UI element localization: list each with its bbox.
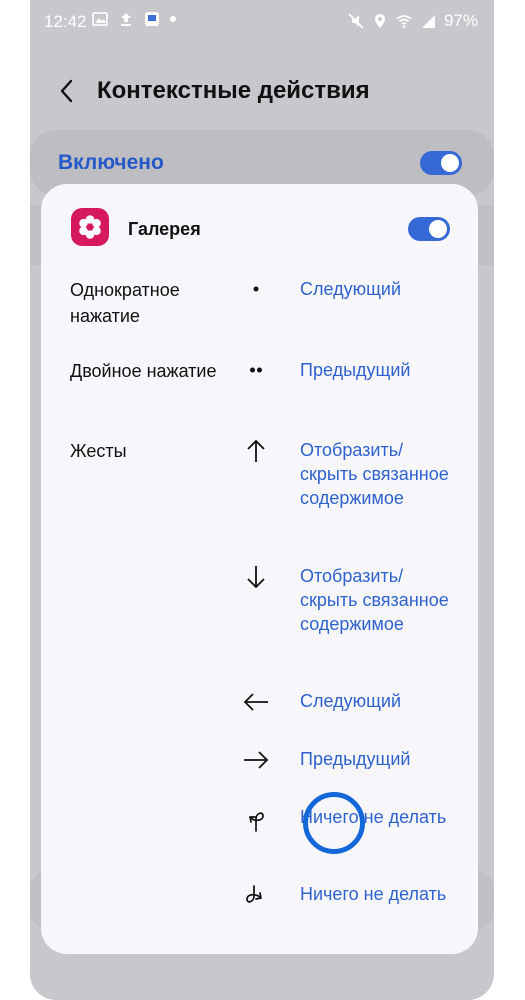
- status-time: 12:42: [44, 12, 87, 31]
- app-row-gallery[interactable]: Галерея: [41, 206, 478, 254]
- arrow-right-icon: [244, 751, 269, 769]
- arrow-left-icon: [243, 693, 268, 711]
- flower-icon: [79, 215, 101, 239]
- status-bar: 12:42 97%: [30, 0, 494, 44]
- app-name: Галерея: [128, 219, 201, 239]
- toggle-knob: [429, 220, 447, 238]
- loop-right-gesture-icon: [246, 885, 262, 903]
- single-dot-icon: [253, 286, 259, 292]
- row-value[interactable]: Предыдущий: [300, 358, 460, 382]
- double-dot-icon: [250, 367, 262, 373]
- row-label: Двойное нажатие: [70, 361, 217, 381]
- app-gesture-sheet: Галерея Однократное нажатие Следующий Дв…: [41, 184, 478, 954]
- row-label: Жесты: [70, 441, 127, 461]
- app-toggle-switch[interactable]: [408, 217, 450, 241]
- image-icon: [92, 12, 108, 26]
- master-toggle-switch[interactable]: [420, 151, 462, 175]
- back-arrow-icon[interactable]: [56, 78, 78, 104]
- row-value[interactable]: Следующий: [300, 689, 460, 713]
- toggle-knob: [441, 154, 459, 172]
- row-value[interactable]: Отобразить/ скрыть связанное содержимое: [300, 564, 460, 636]
- status-left-icons: [92, 11, 176, 27]
- touch-indicator-circle: [303, 792, 365, 854]
- loop-left-gesture-icon: [249, 812, 264, 832]
- wifi-icon: [396, 15, 412, 28]
- upload-icon: [121, 13, 131, 26]
- cast-icon: [145, 12, 159, 26]
- row-value[interactable]: Следующий: [300, 277, 460, 301]
- row-label: Однократное нажатие: [70, 280, 180, 326]
- notification-dot: [170, 16, 176, 22]
- mute-icon: [348, 13, 364, 29]
- signal-icon: [421, 15, 435, 28]
- header: Контекстные действия: [30, 60, 494, 122]
- phone-screen: 12:42 97% Контекстные действия Включено: [30, 0, 494, 1000]
- location-icon: [374, 14, 385, 28]
- arrow-up-icon: [247, 439, 265, 462]
- gallery-app-icon: [71, 208, 109, 246]
- row-value[interactable]: Ничего не делать: [300, 882, 460, 906]
- row-value[interactable]: Предыдущий: [300, 747, 460, 771]
- status-right: 97%: [348, 11, 478, 31]
- row-value[interactable]: Отобразить/ скрыть связанное содержимое: [300, 438, 460, 510]
- arrow-down-icon: [247, 566, 265, 589]
- page-title: Контекстные действия: [97, 77, 370, 104]
- master-toggle-label: Включено: [58, 151, 164, 174]
- battery-text: 97%: [443, 11, 478, 30]
